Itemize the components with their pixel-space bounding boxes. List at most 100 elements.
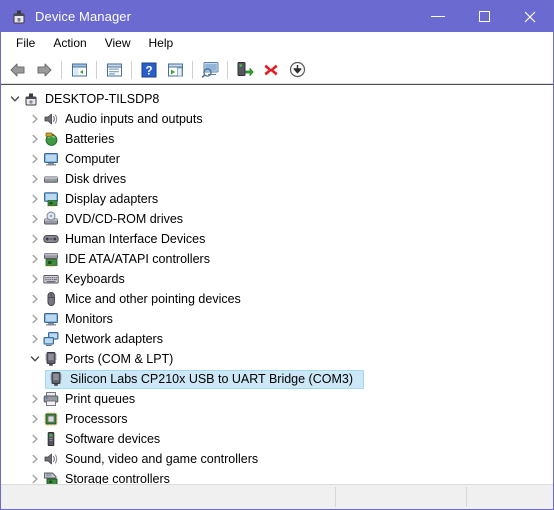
monitor-icon xyxy=(43,151,59,167)
maximize-button[interactable] xyxy=(461,1,507,32)
tree-item-label: Computer xyxy=(65,152,120,166)
tree-item-row[interactable]: Print queues xyxy=(1,389,553,409)
svg-text:?: ? xyxy=(145,65,152,77)
tree-item-label: Keyboards xyxy=(65,272,125,286)
minimize-button[interactable] xyxy=(415,1,461,32)
tree-item-row[interactable]: Network adapters xyxy=(1,329,553,349)
chevron-right-icon[interactable] xyxy=(27,229,43,249)
tree-item-row[interactable]: Human Interface Devices xyxy=(1,229,553,249)
tree-item-label: IDE ATA/ATAPI controllers xyxy=(65,252,210,266)
printer-icon xyxy=(43,391,59,407)
status-bar xyxy=(1,484,553,509)
tree-item-label: Silicon Labs CP210x USB to UART Bridge (… xyxy=(70,372,353,386)
disk-drive-icon xyxy=(43,171,59,187)
properties-icon[interactable] xyxy=(101,58,127,82)
speaker-icon xyxy=(43,111,59,127)
status-pane-2 xyxy=(336,485,466,509)
tree-item-row[interactable]: Audio inputs and outputs xyxy=(1,109,553,129)
tree-item-row[interactable]: Processors xyxy=(1,409,553,429)
chevron-right-icon[interactable] xyxy=(27,449,43,469)
chevron-right-icon[interactable] xyxy=(27,189,43,209)
chevron-right-icon[interactable] xyxy=(27,469,43,484)
tree-item-row[interactable]: Silicon Labs CP210x USB to UART Bridge (… xyxy=(1,369,553,389)
tree-item-row[interactable]: Display adapters xyxy=(1,189,553,209)
tree-item-selected[interactable]: Silicon Labs CP210x USB to UART Bridge (… xyxy=(45,369,364,389)
hid-icon xyxy=(43,231,59,247)
tree-item-row[interactable]: Batteries xyxy=(1,129,553,149)
tree-item-label: Disk drives xyxy=(65,172,127,186)
tree-item-label: Audio inputs and outputs xyxy=(65,112,203,126)
scan-for-hardware-changes-icon[interactable] xyxy=(197,58,223,82)
tree-item-label: Ports (COM & LPT) xyxy=(65,352,174,366)
chevron-down-icon[interactable] xyxy=(27,349,43,369)
tree-item-label: Processors xyxy=(65,412,128,426)
forward-arrow-icon[interactable] xyxy=(31,58,57,82)
show-hide-console-tree-icon[interactable] xyxy=(66,58,92,82)
tree-item-label: Monitors xyxy=(65,312,113,326)
update-driver-icon[interactable] xyxy=(162,58,188,82)
tree-item-row[interactable]: Storage controllers xyxy=(1,469,553,484)
network-adapter-icon xyxy=(43,331,59,347)
menu-help[interactable]: Help xyxy=(140,33,183,54)
tree-item-row[interactable]: Sound, video and game controllers xyxy=(1,449,553,469)
chevron-right-icon[interactable] xyxy=(27,269,43,289)
toolbar: ? xyxy=(1,56,553,84)
chevron-right-icon[interactable] xyxy=(27,149,43,169)
close-button[interactable] xyxy=(507,1,553,32)
tree-item-label: Batteries xyxy=(65,132,115,146)
chevron-right-icon[interactable] xyxy=(27,329,43,349)
chevron-right-icon[interactable] xyxy=(27,309,43,329)
tree-item-label: Human Interface Devices xyxy=(65,232,206,246)
tree-item-label: Mice and other pointing devices xyxy=(65,292,241,306)
chevron-right-icon[interactable] xyxy=(27,429,43,449)
tree-item-row[interactable]: Monitors xyxy=(1,309,553,329)
storage-controller-icon xyxy=(43,471,59,484)
window-controls xyxy=(415,1,553,32)
tree-item-row[interactable]: IDE ATA/ATAPI controllers xyxy=(1,249,553,269)
battery-icon xyxy=(43,131,59,147)
tree-item-label: Sound, video and game controllers xyxy=(65,452,259,466)
tree-item-row[interactable]: Keyboards xyxy=(1,269,553,289)
tree-item-row[interactable]: DVD/CD-ROM drives xyxy=(1,209,553,229)
tree-item-label: Software devices xyxy=(65,432,161,446)
device-manager-window: Device Manager File Action View Help ? D… xyxy=(0,0,554,510)
update-download-icon[interactable] xyxy=(284,58,310,82)
keyboard-icon xyxy=(43,271,59,287)
device-manager-icon xyxy=(11,9,27,25)
computer-root-icon xyxy=(23,91,39,107)
back-arrow-icon[interactable] xyxy=(5,58,31,82)
chevron-right-icon[interactable] xyxy=(27,289,43,309)
chevron-right-icon[interactable] xyxy=(27,249,43,269)
chevron-right-icon[interactable] xyxy=(27,169,43,189)
tree-item-row[interactable]: Mice and other pointing devices xyxy=(1,289,553,309)
tree-item-label: Print queues xyxy=(65,392,136,406)
dvd-drive-icon xyxy=(43,211,59,227)
chevron-right-icon[interactable] xyxy=(27,209,43,229)
chevron-right-icon[interactable] xyxy=(27,129,43,149)
title-bar: Device Manager xyxy=(1,1,553,32)
device-tree[interactable]: DESKTOP-TILSDP8 Audio inputs and outputs… xyxy=(1,84,553,484)
tree-root-row[interactable]: DESKTOP-TILSDP8 xyxy=(1,89,553,109)
tree-children: Audio inputs and outputs Batteries Compute… xyxy=(1,109,553,484)
chevron-right-icon[interactable] xyxy=(27,389,43,409)
tree-item-row[interactable]: Software devices xyxy=(1,429,553,449)
toolbar-separator xyxy=(227,60,228,79)
menu-action[interactable]: Action xyxy=(44,33,95,54)
speaker-icon xyxy=(43,451,59,467)
enable-device-icon[interactable] xyxy=(232,58,258,82)
tree-item-row[interactable]: Disk drives xyxy=(1,169,553,189)
help-icon[interactable]: ? xyxy=(136,58,162,82)
software-device-icon xyxy=(43,431,59,447)
uninstall-device-icon[interactable] xyxy=(258,58,284,82)
status-pane-1 xyxy=(1,485,335,509)
chevron-right-icon[interactable] xyxy=(27,409,43,429)
chevron-down-icon[interactable] xyxy=(7,89,23,109)
tree-item-row[interactable]: Ports (COM & LPT) xyxy=(1,349,553,369)
menu-view[interactable]: View xyxy=(96,33,140,54)
port-icon xyxy=(43,351,59,367)
chevron-right-icon[interactable] xyxy=(27,109,43,129)
menu-file[interactable]: File xyxy=(7,33,44,54)
tree-item-row[interactable]: Computer xyxy=(1,149,553,169)
window-title: Device Manager xyxy=(35,9,132,24)
mouse-icon xyxy=(43,291,59,307)
